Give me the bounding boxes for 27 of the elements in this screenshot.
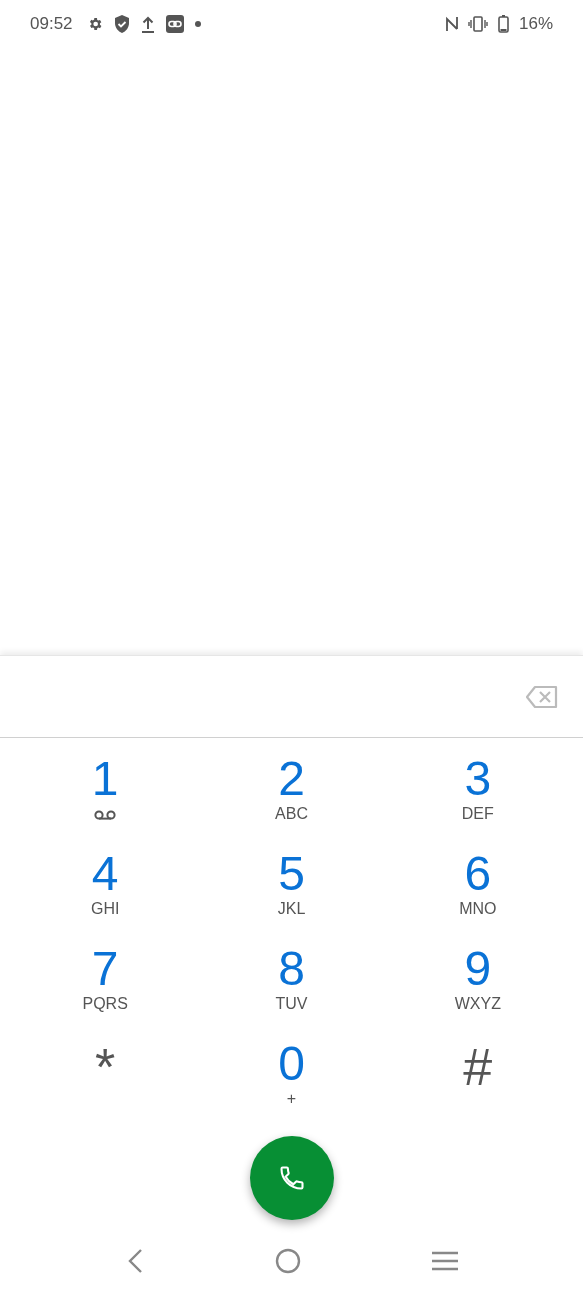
upload-icon: [140, 15, 155, 33]
dial-key[interactable]: #: [384, 1023, 571, 1118]
link-icon: [165, 15, 184, 33]
voicemail-icon: [94, 810, 117, 820]
shield-check-icon: [113, 15, 130, 33]
battery-icon: [497, 15, 509, 33]
backspace-icon[interactable]: [525, 684, 558, 709]
call-button[interactable]: [249, 1136, 334, 1220]
status-time: 09:52: [30, 13, 73, 36]
vibrate-icon: [467, 16, 488, 32]
menu-icon[interactable]: [431, 1250, 458, 1272]
dial-key[interactable]: 2 ABC: [198, 738, 385, 833]
dial-key[interactable]: 9 WXYZ: [384, 928, 571, 1023]
dial-key[interactable]: 1: [12, 738, 199, 833]
dial-key[interactable]: 8 TUV: [198, 928, 385, 1023]
dial-key[interactable]: 3 DEF: [384, 738, 571, 833]
dial-key[interactable]: 5 JKL: [198, 833, 385, 928]
nfc-icon: [445, 16, 458, 32]
dot-icon: [194, 21, 201, 27]
dial-key[interactable]: 7 PQRS: [12, 928, 199, 1023]
dial-key[interactable]: *: [12, 1023, 199, 1118]
dial-key[interactable]: 4 GHI: [12, 833, 199, 928]
battery-percentage: 16%: [518, 13, 553, 36]
dial-key[interactable]: 6 MNO: [384, 833, 571, 928]
home-icon[interactable]: [274, 1248, 301, 1274]
phone-icon: [277, 1164, 306, 1192]
dial-key[interactable]: 0 +: [198, 1023, 385, 1118]
